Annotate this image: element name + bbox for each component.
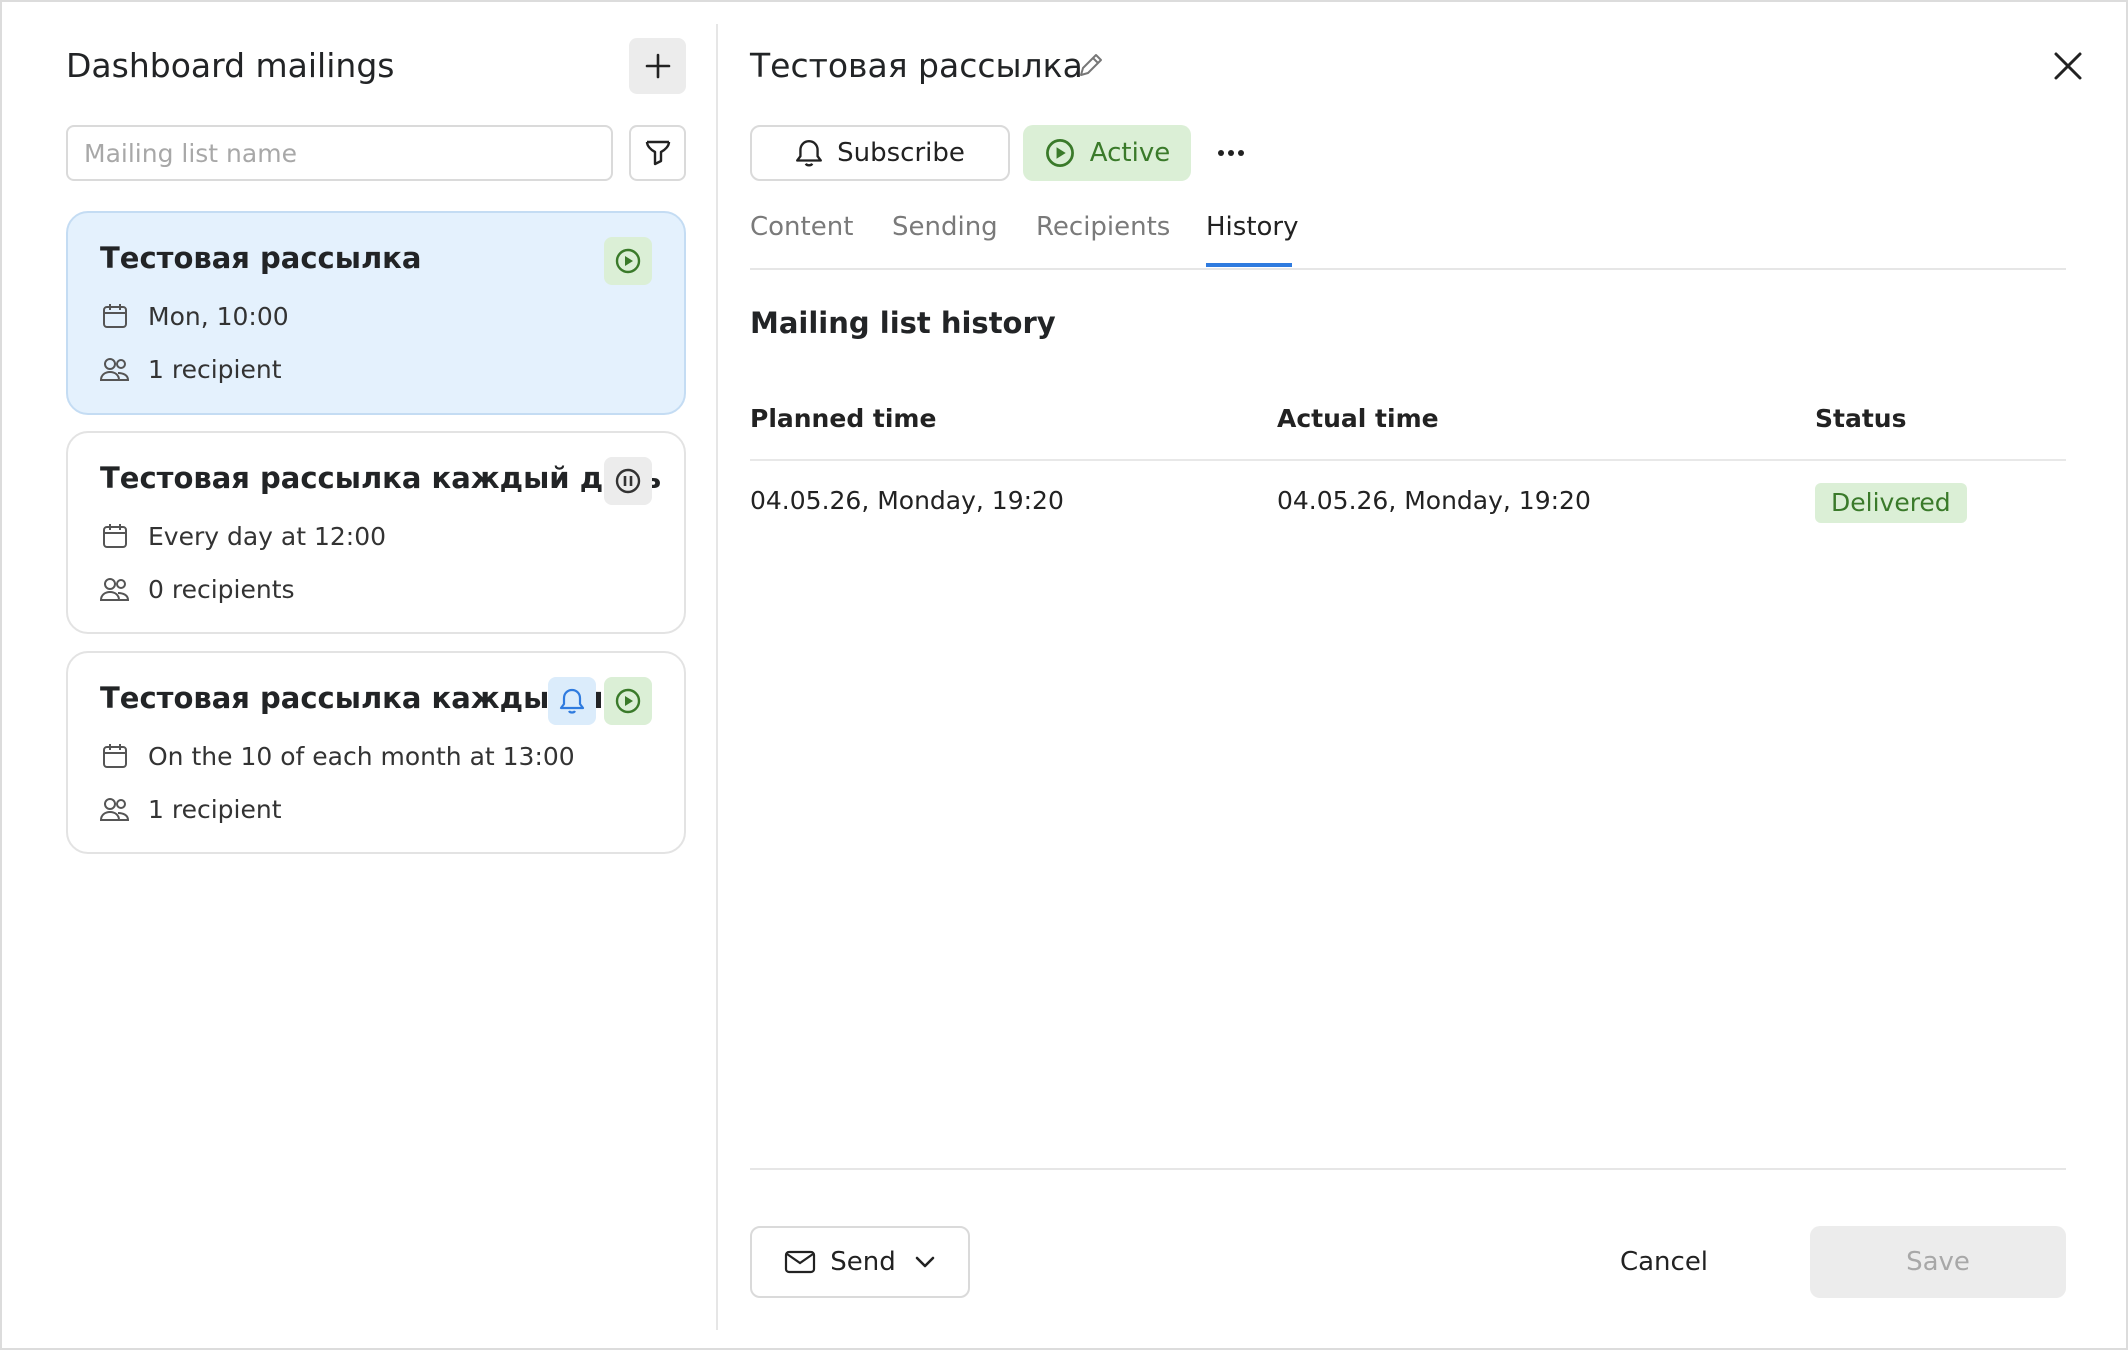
schedule-text: On the 10 of each month at 13:00	[148, 741, 575, 771]
subscribe-button[interactable]: Subscribe	[750, 125, 1010, 181]
play-circle-icon	[615, 248, 641, 274]
bell-icon	[795, 138, 823, 168]
bell-icon	[559, 688, 585, 714]
cell-actual-time: 04.05.26, Monday, 19:20	[1277, 486, 1591, 515]
users-icon	[100, 794, 130, 824]
card-schedule: Every day at 12:00	[100, 521, 386, 551]
schedule-text: Mon, 10:00	[148, 301, 289, 331]
recipients-text: 1 recipient	[148, 794, 282, 824]
section-title: Mailing list history	[750, 306, 1056, 340]
recipients-text: 1 recipient	[148, 354, 282, 384]
play-circle-icon	[1044, 137, 1076, 169]
recipients-text: 0 recipients	[148, 574, 295, 604]
subscribe-label: Subscribe	[837, 138, 965, 168]
add-mailing-button[interactable]	[629, 38, 686, 94]
users-icon	[100, 354, 130, 384]
active-status-button[interactable]: Active	[1023, 125, 1191, 181]
save-button[interactable]: Save	[1810, 1226, 2066, 1298]
card-recipients: 1 recipient	[100, 794, 282, 824]
card-title: Тестовая рассылка каждый день	[100, 461, 662, 495]
chevron-down-icon	[914, 1255, 936, 1269]
send-label: Send	[830, 1247, 896, 1277]
active-label: Active	[1089, 138, 1171, 168]
card-recipients: 0 recipients	[100, 574, 295, 604]
cancel-button[interactable]: Cancel	[1594, 1226, 1734, 1298]
card-schedule: On the 10 of each month at 13:00	[100, 741, 575, 771]
column-header-planned: Planned time	[750, 404, 937, 433]
mailing-card[interactable]: Тестовая рассылка каждый м... On the 10 …	[66, 651, 686, 854]
tab-sending[interactable]: Sending	[892, 212, 998, 242]
close-icon[interactable]	[2048, 46, 2088, 86]
footer-divider	[750, 1168, 2066, 1170]
panel-title: Dashboard mailings	[66, 46, 395, 85]
more-options-icon[interactable]	[1214, 136, 1248, 170]
plus-icon	[645, 53, 670, 79]
active-status-badge	[604, 677, 652, 725]
column-header-status: Status	[1815, 404, 1907, 433]
send-button[interactable]: Send	[750, 1226, 970, 1298]
tab-recipients[interactable]: Recipients	[1036, 212, 1170, 242]
filter-button[interactable]	[629, 125, 686, 181]
pause-circle-icon	[615, 468, 641, 494]
tab-bar: Content Sending Recipients History	[750, 212, 2066, 270]
tab-content[interactable]: Content	[750, 212, 853, 242]
dialog-window: Dashboard mailings Тестовая рассылка Mon…	[0, 0, 2128, 1350]
users-icon	[100, 574, 130, 604]
paused-status-badge	[604, 457, 652, 505]
card-schedule: Mon, 10:00	[100, 301, 289, 331]
calendar-icon	[100, 521, 130, 551]
mailing-card[interactable]: Тестовая рассылка каждый день Every day …	[66, 431, 686, 634]
mailing-title: Тестовая рассылка	[750, 46, 1083, 85]
pencil-icon[interactable]	[1076, 50, 1106, 80]
calendar-icon	[100, 741, 130, 771]
active-status-badge	[604, 237, 652, 285]
mailing-card[interactable]: Тестовая рассылка Mon, 10:00 1 recipient	[66, 211, 686, 415]
calendar-icon	[100, 301, 130, 331]
column-header-actual: Actual time	[1277, 404, 1439, 433]
card-title: Тестовая рассылка	[100, 241, 422, 275]
mail-icon	[784, 1250, 816, 1274]
tab-history[interactable]: History	[1206, 212, 1299, 242]
cell-planned-time: 04.05.26, Monday, 19:20	[750, 486, 1064, 515]
active-tab-indicator	[1206, 263, 1292, 267]
filter-icon	[645, 140, 670, 166]
subscribed-badge	[548, 677, 596, 725]
schedule-text: Every day at 12:00	[148, 521, 387, 551]
search-input[interactable]	[66, 125, 613, 181]
table-header-divider	[750, 459, 2066, 461]
play-circle-icon	[615, 688, 641, 714]
status-badge: Delivered	[1815, 483, 1967, 523]
card-recipients: 1 recipient	[100, 354, 282, 384]
panel-divider	[716, 24, 718, 1330]
